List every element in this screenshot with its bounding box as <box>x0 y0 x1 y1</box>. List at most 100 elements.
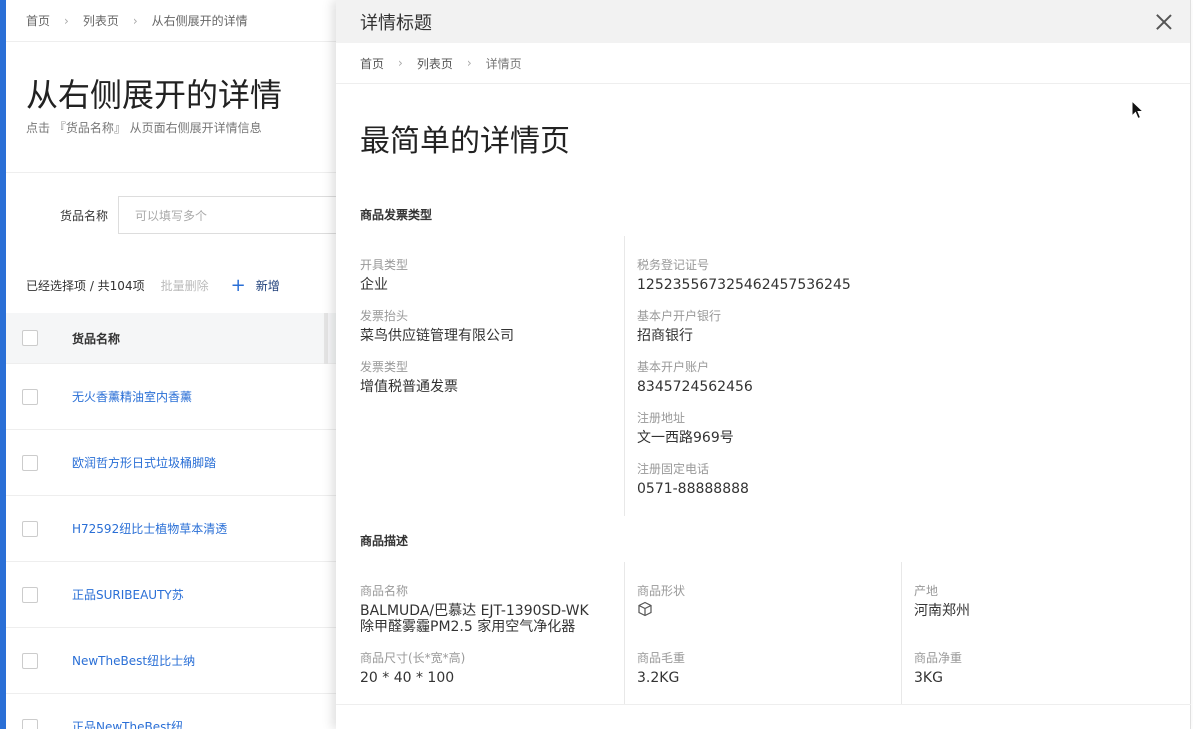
goods-name-link[interactable]: 正品SURIBEAUTY苏 <box>72 586 184 603</box>
field-value: 文一西路969号 <box>637 430 734 446</box>
batch-delete-button[interactable]: 批量删除 <box>161 277 209 294</box>
field-value: 1252355673254624575362​45 <box>637 277 851 293</box>
plus-icon: + <box>230 274 246 296</box>
field-label: 商品形状 <box>637 584 686 598</box>
field-label: 商品毛重 <box>637 651 686 665</box>
field-label: 商品名称 <box>360 584 409 598</box>
goods-name-link[interactable]: 无火香薰精油室内香薰 <box>72 388 192 405</box>
field-net-weight: 商品净重 3KG <box>914 649 962 686</box>
row-checkbox[interactable] <box>22 652 38 669</box>
breadcrumb-home[interactable]: 首页 <box>360 55 384 72</box>
column-header-name: 货品名称 <box>72 331 121 346</box>
field-value: 河南郑州 <box>914 603 970 619</box>
field-gross-weight: 商品毛重 3.2KG <box>637 649 685 686</box>
field-label: 商品尺寸(长*宽*高) <box>360 651 466 665</box>
field-registered-phone: 注册固定电话 0571-88888888 <box>637 460 749 497</box>
field-bank: 基本户开户银行 招商银行 <box>637 307 721 344</box>
section-title-invoice: 商品发票类型 <box>360 208 433 222</box>
section-title-description: 商品描述 <box>360 534 409 548</box>
field-goods-shape: 商品形状 <box>637 582 685 621</box>
goods-name-link[interactable]: H72592纽比士植物草本清透 <box>72 520 227 537</box>
mouse-cursor-icon <box>1131 100 1145 120</box>
field-invoice-type: 发票类型 增值税普通发票 <box>360 358 458 395</box>
field-goods-name: 商品名称 BALMUDA/巴慕达 EJT-1390SD-WK 除甲醛雾霾PM2.… <box>360 582 589 635</box>
breadcrumb-separator: › <box>398 56 403 70</box>
drawer-breadcrumb: 首页 › 列表页 › 详情页 <box>336 43 1190 84</box>
table-row: 无火香薰精油室内香薰 <box>6 364 336 430</box>
goods-name-link[interactable]: 欧润哲方形日式垃圾桶脚踏 <box>72 454 216 471</box>
field-value: 20 * 40 * 100 <box>360 670 455 686</box>
field-tax-id: 税务登记证号 1252355673254624575362​45 <box>637 256 851 293</box>
background-list-page: 首页 › 列表页 › 从右侧展开的详情 从右侧展开的详情 点击 『货品名称』 从… <box>6 0 336 729</box>
field-label: 商品净重 <box>914 651 963 665</box>
field-bank-account: 基本开户账户 8345724562456 <box>637 358 753 395</box>
filter-input[interactable]: 可以填写多个 <box>118 196 336 234</box>
goods-name-link[interactable]: 正品NewTheBest纽 <box>72 718 183 729</box>
field-value: 8345724562456 <box>637 379 753 395</box>
field-value: 招商银行 <box>637 328 693 344</box>
drawer-title: 详情标题 <box>360 12 432 34</box>
detail-page-title: 最简单的详情页 <box>360 124 570 159</box>
table-toolbar: 已经选择项 / 共104项 批量删除 + 新增 <box>26 274 280 296</box>
field-label: 注册地址 <box>637 411 686 425</box>
field-invoice-issue-type: 开具类型 企业 <box>360 256 408 293</box>
breadcrumb-separator: › <box>132 13 138 28</box>
field-value: 菜鸟供应链管理有限公司 <box>360 328 514 344</box>
table-row: 正品NewTheBest纽 <box>6 694 336 729</box>
page-title: 从右侧展开的详情 <box>26 76 283 114</box>
breadcrumb-list[interactable]: 列表页 <box>83 12 119 29</box>
add-button[interactable]: + 新增 <box>230 274 280 296</box>
breadcrumb: 首页 › 列表页 › 从右侧展开的详情 <box>6 0 336 42</box>
section-bottom-divider <box>336 704 1191 705</box>
filter-label: 货品名称 <box>60 209 109 223</box>
divider <box>6 172 336 173</box>
field-value: 3.2KG <box>637 670 680 686</box>
field-value: 企业 <box>360 277 388 293</box>
field-value: 增值税普通发票 <box>360 379 458 395</box>
row-checkbox[interactable] <box>22 454 38 471</box>
field-goods-size: 商品尺寸(长*宽*高) 20 * 40 * 100 <box>360 649 465 686</box>
add-button-label: 新增 <box>255 279 280 293</box>
column-resize-handle[interactable] <box>324 313 328 364</box>
field-label: 发票类型 <box>360 360 409 374</box>
table-row: H72592纽比士植物草本清透 <box>6 496 336 562</box>
field-label: 基本户开户银行 <box>637 309 722 323</box>
detail-drawer: 详情标题 首页 › 列表页 › 详情页 最简单的详情页 商品发票类型 开具类型 … <box>336 0 1191 729</box>
close-icon[interactable] <box>1156 14 1172 30</box>
row-checkbox[interactable] <box>22 388 38 405</box>
field-value: 除甲醛雾霾PM2.5 家用空气净化器 <box>360 619 576 635</box>
field-value: 3KG <box>914 670 943 686</box>
field-label: 基本开户账户 <box>637 360 710 374</box>
field-label: 发票抬头 <box>360 309 409 323</box>
table-row: 欧润哲方形日式垃圾桶脚踏 <box>6 430 336 496</box>
row-checkbox[interactable] <box>22 520 38 537</box>
breadcrumb-current: 从右侧展开的详情 <box>151 14 248 28</box>
field-label: 开具类型 <box>360 258 409 272</box>
table-header: 货品名称 <box>6 313 336 364</box>
field-invoice-header: 发票抬头 菜鸟供应链管理有限公司 <box>360 307 514 344</box>
selection-count: 已经选择项 / 共104项 <box>26 279 145 293</box>
row-checkbox[interactable] <box>22 718 38 729</box>
field-value: BALMUDA/巴慕达 EJT-1390SD-WK <box>360 603 589 619</box>
drawer-header: 详情标题 <box>336 0 1190 43</box>
field-label: 注册固定电话 <box>637 462 710 476</box>
table-row: 正品SURIBEAUTY苏 <box>6 562 336 628</box>
breadcrumb-home[interactable]: 首页 <box>26 12 50 29</box>
select-all-checkbox[interactable] <box>22 330 38 346</box>
breadcrumb-separator: › <box>64 13 69 28</box>
field-label: 税务登记证号 <box>637 258 710 272</box>
breadcrumb-current: 详情页 <box>485 56 522 71</box>
field-origin: 产地 河南郑州 <box>914 582 970 619</box>
table-row: NewTheBest纽比士纳 <box>6 628 336 694</box>
field-label: 产地 <box>914 584 939 598</box>
field-value: 0571-88888888 <box>637 481 749 497</box>
column-divider <box>624 562 625 705</box>
column-divider <box>901 562 902 705</box>
breadcrumb-list[interactable]: 列表页 <box>417 55 453 72</box>
row-checkbox[interactable] <box>22 586 38 603</box>
goods-name-link[interactable]: NewTheBest纽比士纳 <box>72 652 195 669</box>
page-subtitle: 点击 『货品名称』 从页面右侧展开详情信息 <box>26 121 262 135</box>
cube-icon <box>638 601 652 617</box>
column-divider <box>624 236 625 516</box>
breadcrumb-separator: › <box>466 56 472 70</box>
